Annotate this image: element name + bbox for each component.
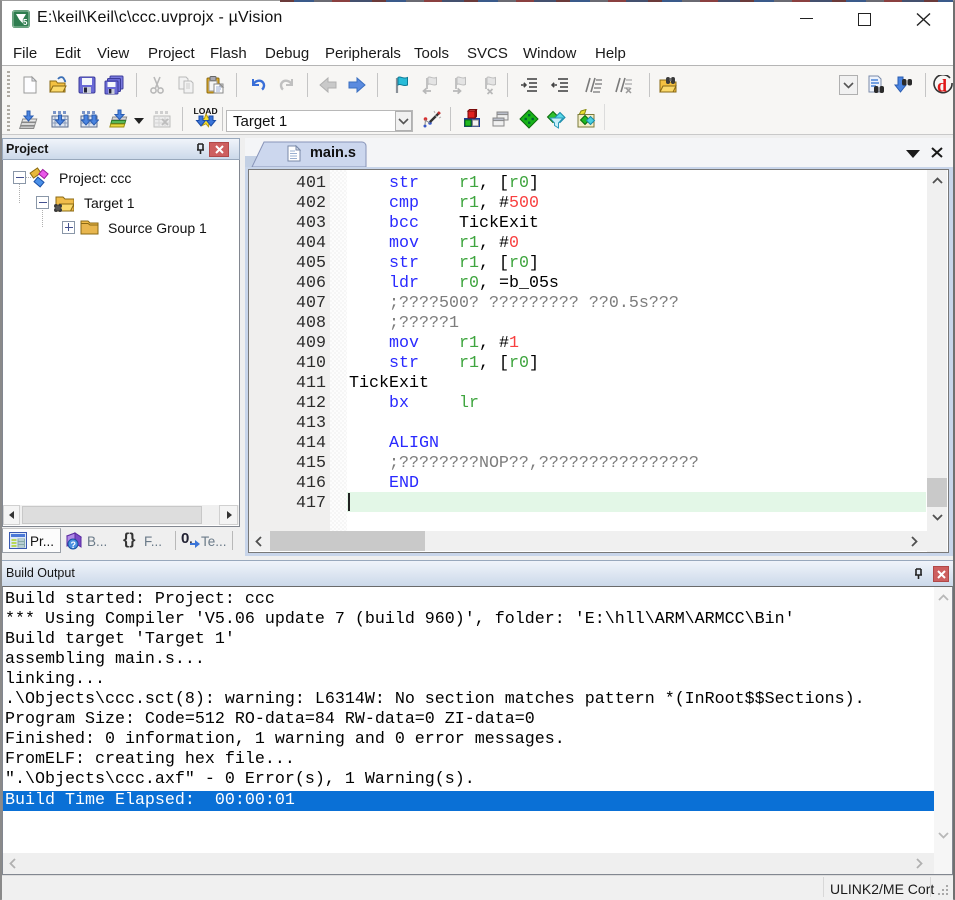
svg-text:?: ? <box>71 540 77 550</box>
svg-text:5: 5 <box>23 18 28 27</box>
svg-text:d: d <box>937 76 947 96</box>
